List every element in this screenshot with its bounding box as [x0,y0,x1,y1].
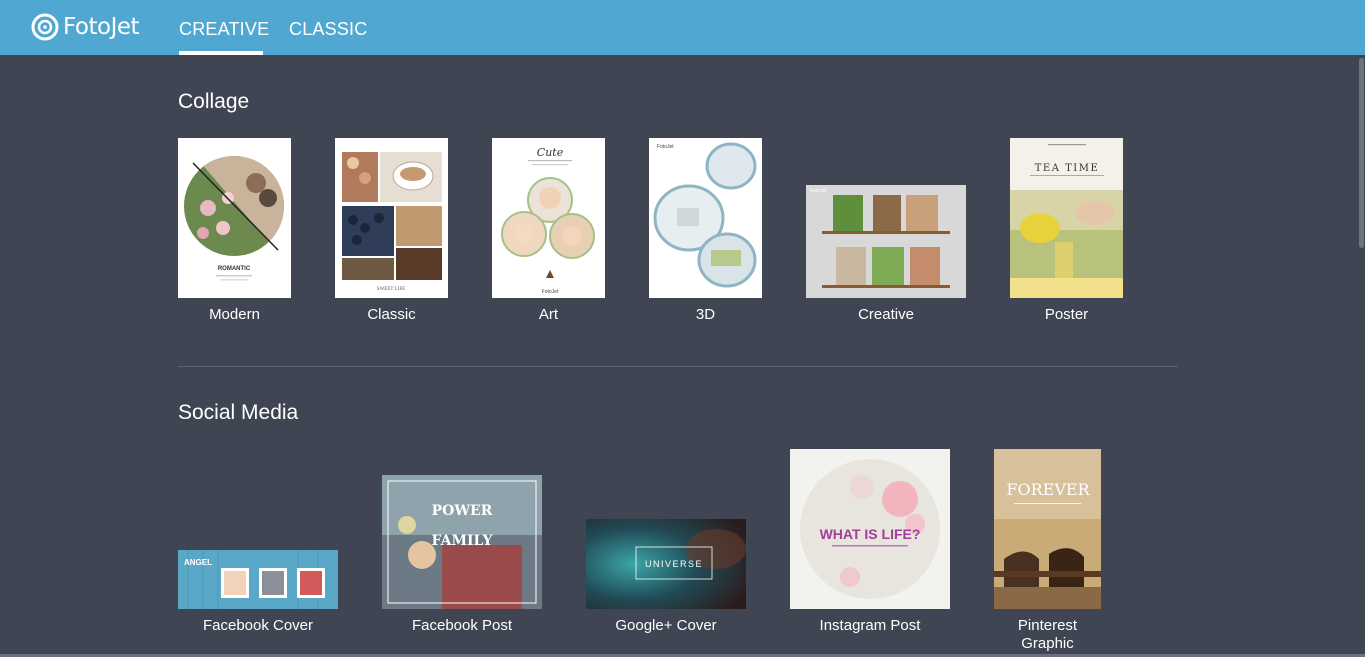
spiral-logo-icon [31,13,59,41]
social-instagram-post-card[interactable]: WHAT IS LIFE? Instagram Post [790,449,950,640]
pinterest-graphic-thumb-text: FOREVER [1006,480,1090,499]
social-pinterest-graphic-card[interactable]: FOREVER Pinterest Graphic [994,449,1101,654]
poster-thumb-text: TEA TIME [1035,163,1100,174]
instagram-post-label: Instagram Post [819,617,921,634]
facebook-post-thumbnail: POWER FAMILY [382,475,542,609]
social-media-section-title: Social Media [178,401,299,424]
modern-thumb-text: ROMANTIC [218,266,251,272]
collage-creative-label: Creative [858,306,914,323]
pinterest-graphic-label: Pinterest Graphic [1017,617,1078,652]
pinterest-graphic-thumbnail: FOREVER [994,449,1101,609]
scrollbar-thumb[interactable] [1359,58,1364,248]
creative-thumb-text: FotoJet [810,188,827,194]
collage-3d-label: 3D [695,306,716,323]
logo-text: FotoJet [63,14,140,40]
google-cover-thumb-text: UNIVERSE [645,559,703,569]
fotojet-logo[interactable]: FotoJet [30,12,140,42]
3d-thumb-text: FotoJet [657,144,674,150]
tab-classic[interactable]: CLASSIC [289,19,367,40]
instagram-post-thumb-text: WHAT IS LIFE? [820,526,921,542]
top-navigation-bar: FotoJet CREATIVE CLASSIC [0,0,1365,55]
facebook-cover-thumbnail: ANGEL [178,550,338,609]
facebook-post-thumb-text2: FAMILY [432,533,494,549]
social-facebook-cover-card[interactable]: ANGEL Facebook Cover [178,550,338,640]
facebook-post-label: Facebook Post [411,617,513,634]
social-google-cover-card[interactable]: UNIVERSE Google+ Cover [586,519,746,640]
poster-thumbnail: TEA TIME [1010,138,1123,298]
art-thumbnail: Cute FotoJet [492,138,605,298]
facebook-cover-label: Facebook Cover [202,617,314,634]
collage-3d-card[interactable]: FotoJet 3D [649,138,762,328]
classic-thumb-text: SWEET LIFE [377,287,405,292]
collage-classic-card[interactable]: SWEET LIFE Classic [335,138,448,328]
svg-text:FotoJet: FotoJet [542,289,559,295]
collage-creative-card[interactable]: FotoJet Creative [806,185,966,328]
collage-art-card[interactable]: Cute FotoJet Art [492,138,605,328]
classic-thumbnail: SWEET LIFE [335,138,448,298]
collage-poster-label: Poster [1044,306,1089,323]
modern-thumbnail: ROMANTIC [178,138,291,298]
art-thumb-text: Cute [537,146,564,159]
instagram-post-thumbnail: WHAT IS LIFE? [790,449,950,609]
social-facebook-post-card[interactable]: POWER FAMILY Facebook Post [382,475,542,640]
collage-art-label: Art [538,306,559,323]
tab-creative[interactable]: CREATIVE [179,19,269,40]
facebook-cover-thumb-text: ANGEL [184,558,212,567]
creative-thumbnail: FotoJet [806,185,966,298]
collage-section-title: Collage [178,90,250,113]
3d-thumbnail: FotoJet [649,138,762,298]
active-tab-indicator [179,51,263,55]
facebook-post-thumb-text: POWER [432,503,493,519]
collage-modern-card[interactable]: ROMANTIC Modern [178,138,291,328]
google-cover-label: Google+ Cover [615,617,717,634]
google-cover-thumbnail: UNIVERSE [586,519,746,609]
collage-poster-card[interactable]: TEA TIME Poster [1010,138,1123,328]
section-divider [178,366,1178,367]
collage-modern-label: Modern [209,306,260,323]
collage-classic-label: Classic [367,306,416,323]
